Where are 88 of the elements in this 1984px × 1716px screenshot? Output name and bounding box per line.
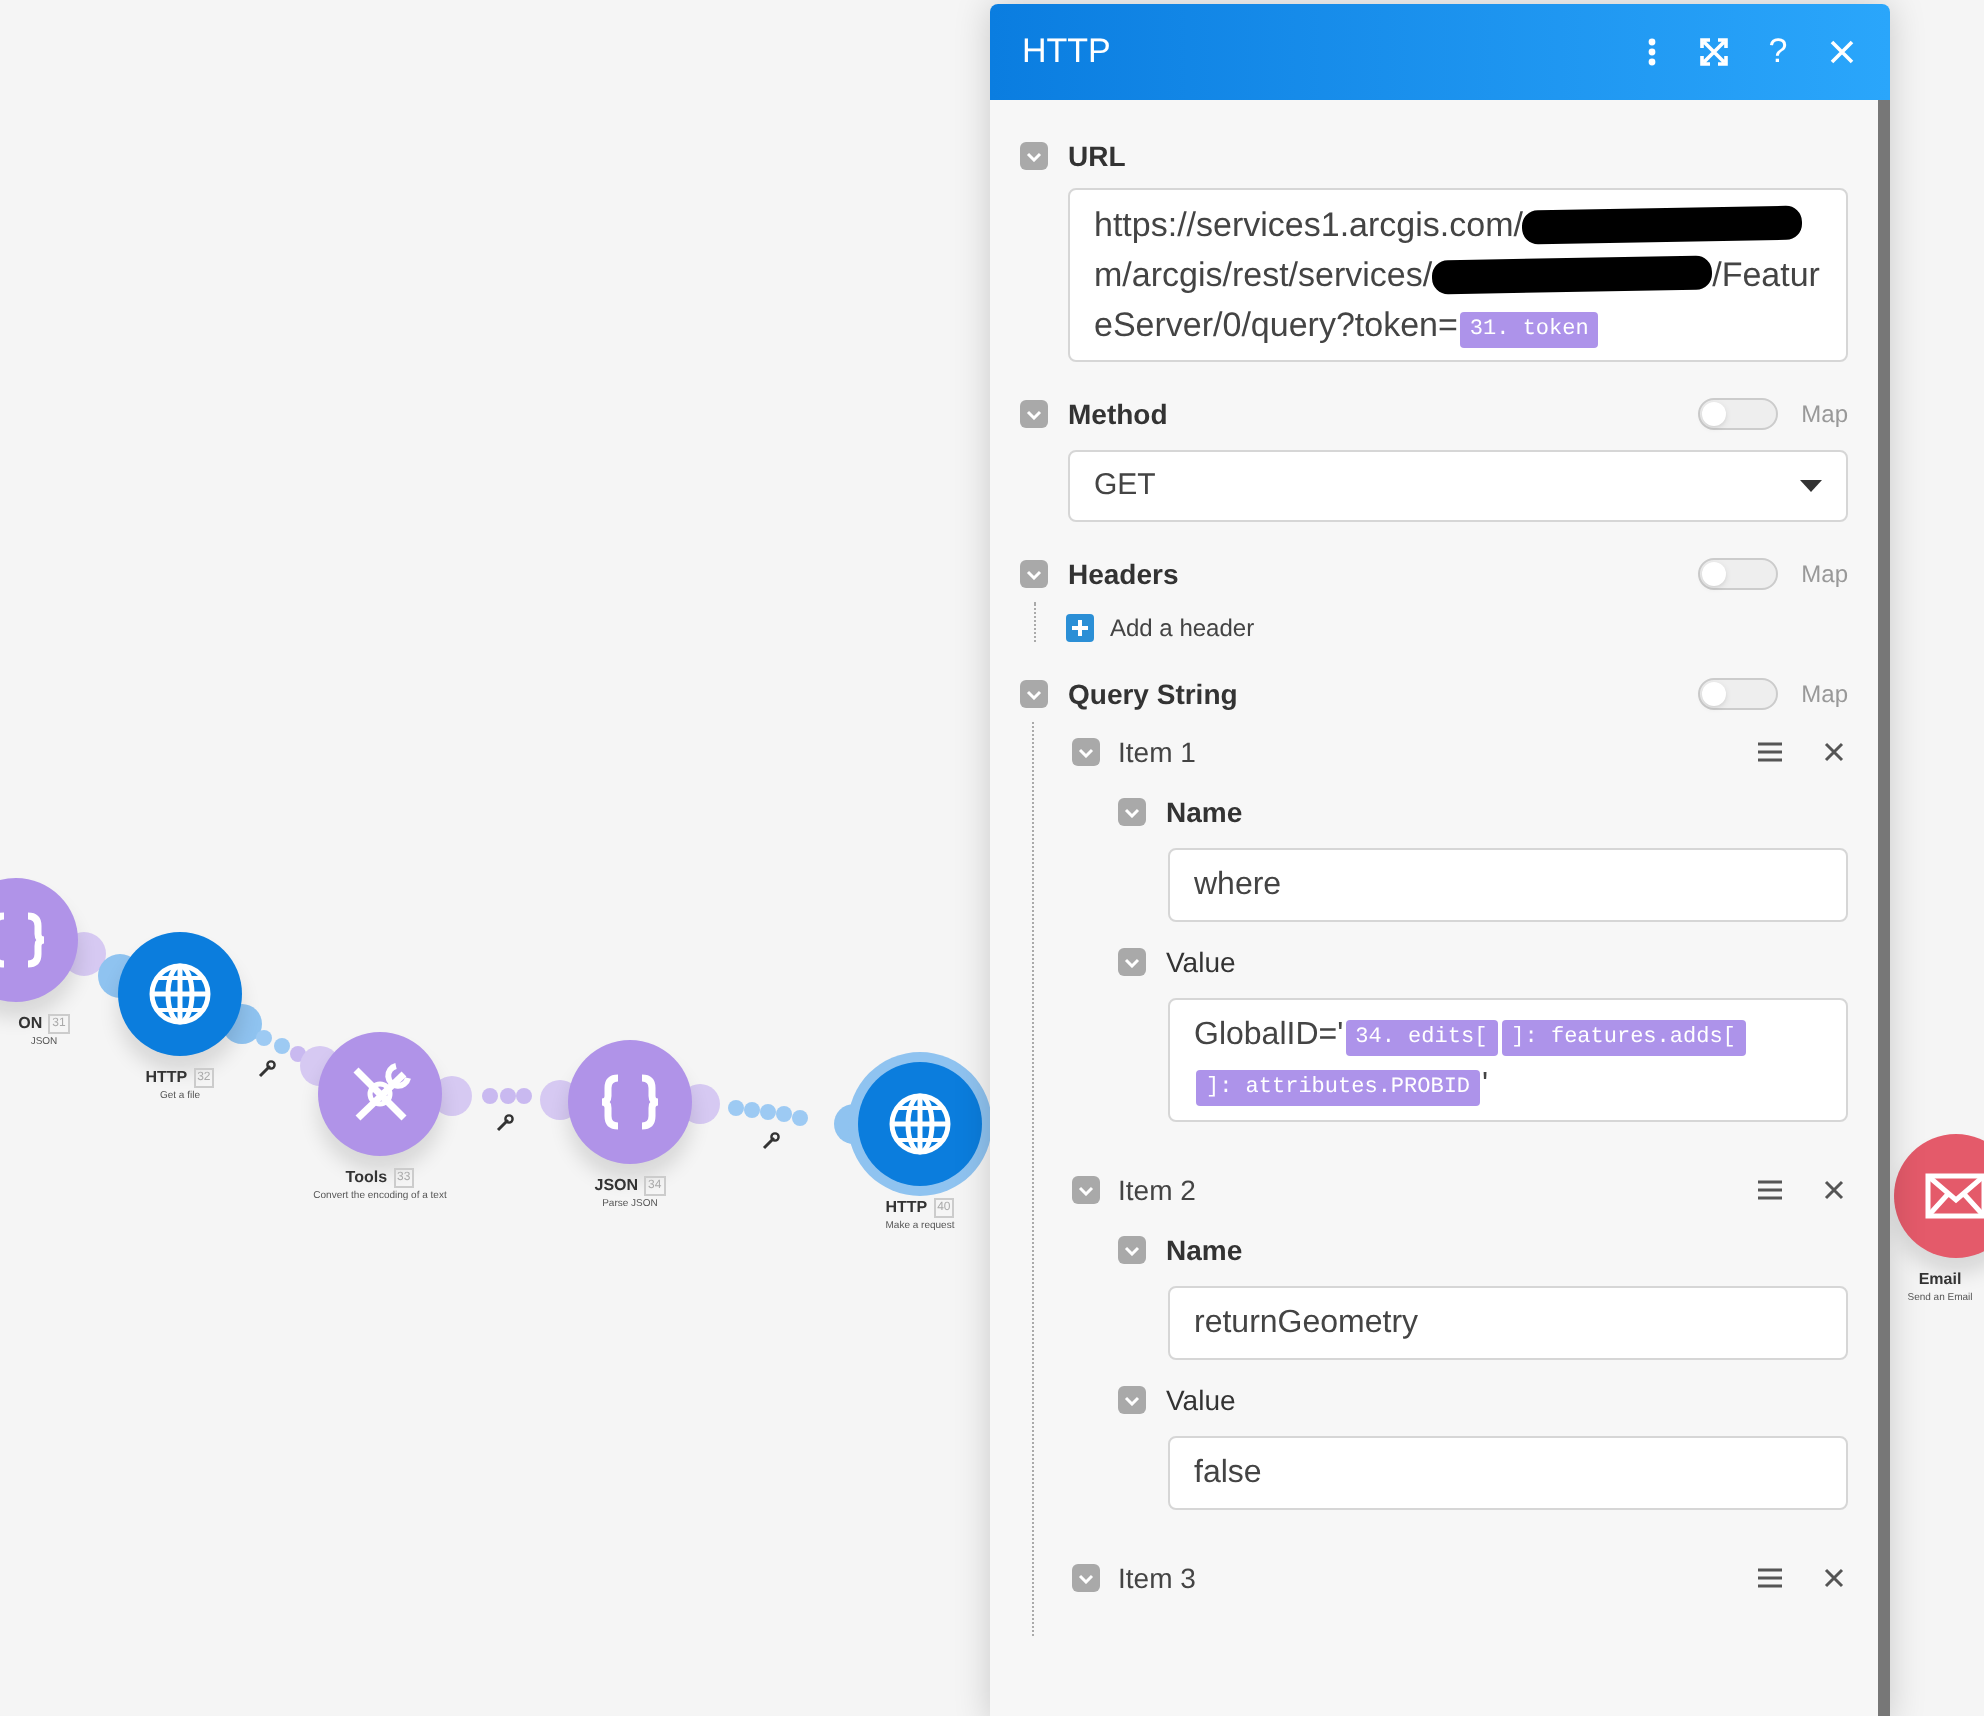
tools-icon xyxy=(348,1062,412,1126)
input-field[interactable]: https://services1.arcgis.com/ m/arcgis/rest/services/ /FeatureServer/0/query?token= 31. token xyxy=(1068,188,1848,362)
chevron-down-icon xyxy=(1026,569,1042,579)
menu-icon xyxy=(1758,1568,1782,1588)
collapse-toggle[interactable] xyxy=(1020,560,1048,588)
scrollbar[interactable] xyxy=(1878,100,1890,1716)
collapse-toggle[interactable] xyxy=(1118,948,1146,976)
dropdown-caret-icon xyxy=(1800,480,1822,492)
module-node[interactable] xyxy=(858,1062,982,1186)
module-title: ON xyxy=(18,1014,43,1034)
close-icon xyxy=(1824,1180,1844,1200)
menu-icon xyxy=(1758,1180,1782,1200)
input-field[interactable]: false xyxy=(1168,1436,1848,1510)
item-label: Item 2 xyxy=(1118,1171,1198,1209)
expand-button[interactable] xyxy=(1698,36,1730,68)
method-select[interactable]: GET xyxy=(1068,450,1848,522)
chevron-down-icon xyxy=(1026,151,1042,161)
collapse-toggle[interactable] xyxy=(1118,798,1146,826)
globe-icon xyxy=(148,962,212,1026)
item-label: Item 3 xyxy=(1118,1559,1198,1597)
braces-icon xyxy=(0,908,48,972)
map-label: Map xyxy=(1801,558,1848,592)
reorder-handle[interactable] xyxy=(1758,1180,1782,1200)
close-icon xyxy=(1830,40,1854,64)
wrench-icon[interactable] xyxy=(496,1114,514,1132)
map-toggle[interactable] xyxy=(1697,678,1778,710)
wrench-icon[interactable] xyxy=(762,1132,780,1150)
collapse-toggle[interactable] xyxy=(1020,400,1048,428)
remove-item-button[interactable] xyxy=(1824,742,1844,762)
field-label: Value xyxy=(1166,1381,1238,1419)
module-title: JSON xyxy=(594,1176,639,1196)
collapse-toggle[interactable] xyxy=(1020,142,1048,170)
module-title: HTTP xyxy=(145,1068,188,1088)
chevron-down-icon xyxy=(1026,409,1042,419)
globe-icon xyxy=(888,1092,952,1156)
reorder-handle[interactable] xyxy=(1758,742,1782,762)
chevron-down-icon xyxy=(1078,747,1094,757)
module-node[interactable] xyxy=(1894,1134,1984,1258)
collapse-toggle[interactable] xyxy=(1118,1236,1146,1264)
wrench-icon[interactable] xyxy=(258,1060,276,1078)
collapse-toggle[interactable] xyxy=(1072,1176,1100,1204)
map-label: Map xyxy=(1801,398,1848,432)
module-title: Tools xyxy=(345,1168,388,1188)
field-label: Method xyxy=(1068,395,1170,433)
select-value: GET xyxy=(1094,465,1158,506)
field-label: Name xyxy=(1166,1231,1245,1269)
panel-title: HTTP xyxy=(1022,30,1113,75)
collapse-toggle[interactable] xyxy=(1118,1386,1146,1414)
close-icon xyxy=(1824,1568,1844,1588)
chevron-down-icon xyxy=(1124,1245,1140,1255)
variable-pill: 31. token xyxy=(1459,312,1599,348)
module-title: HTTP xyxy=(885,1198,928,1218)
chevron-down-icon xyxy=(1078,1185,1094,1195)
map-label: Map xyxy=(1801,678,1848,712)
collapse-toggle[interactable] xyxy=(1072,738,1100,766)
chevron-down-icon xyxy=(1124,807,1140,817)
remove-item-button[interactable] xyxy=(1824,1568,1844,1588)
add-header-button[interactable]: Add a header xyxy=(1066,610,1255,646)
input-field[interactable]: GlobalID=' 34. edits[ ]: features.adds[ ]: attributes.PROBID ' xyxy=(1168,998,1848,1122)
collapse-toggle[interactable] xyxy=(1072,1564,1100,1592)
field-label: Query String xyxy=(1068,675,1240,714)
input-field[interactable]: where xyxy=(1168,848,1848,922)
close-icon xyxy=(1824,742,1844,762)
field-label: URL xyxy=(1068,137,1128,175)
field-label: Name xyxy=(1166,793,1245,831)
item-label: Item 1 xyxy=(1118,733,1198,771)
module-title: Email xyxy=(1918,1270,1962,1290)
braces-icon xyxy=(598,1070,662,1134)
reorder-handle[interactable] xyxy=(1758,1568,1782,1588)
collapse-toggle[interactable] xyxy=(1020,680,1048,708)
variable-pill: 34. edits[ xyxy=(1345,1020,1498,1056)
field-label: Value xyxy=(1166,943,1238,981)
input-field[interactable]: returnGeometry xyxy=(1168,1286,1848,1360)
remove-item-button[interactable] xyxy=(1824,1180,1844,1200)
chevron-down-icon xyxy=(1124,1395,1140,1405)
close-button[interactable] xyxy=(1826,36,1858,68)
expand-icon xyxy=(1700,38,1728,66)
chevron-down-icon xyxy=(1026,689,1042,699)
menu-icon xyxy=(1758,742,1782,762)
field-label: Headers xyxy=(1068,555,1181,593)
chevron-down-icon xyxy=(1078,1573,1094,1583)
plus-icon xyxy=(1066,614,1094,642)
chevron-down-icon xyxy=(1124,957,1140,967)
variable-pill: ]: attributes.PROBID xyxy=(1196,1070,1481,1106)
variable-pill: ]: features.adds[ xyxy=(1501,1020,1746,1056)
kebab-icon xyxy=(1648,38,1656,66)
map-toggle[interactable] xyxy=(1697,558,1778,590)
map-toggle[interactable] xyxy=(1697,398,1778,430)
